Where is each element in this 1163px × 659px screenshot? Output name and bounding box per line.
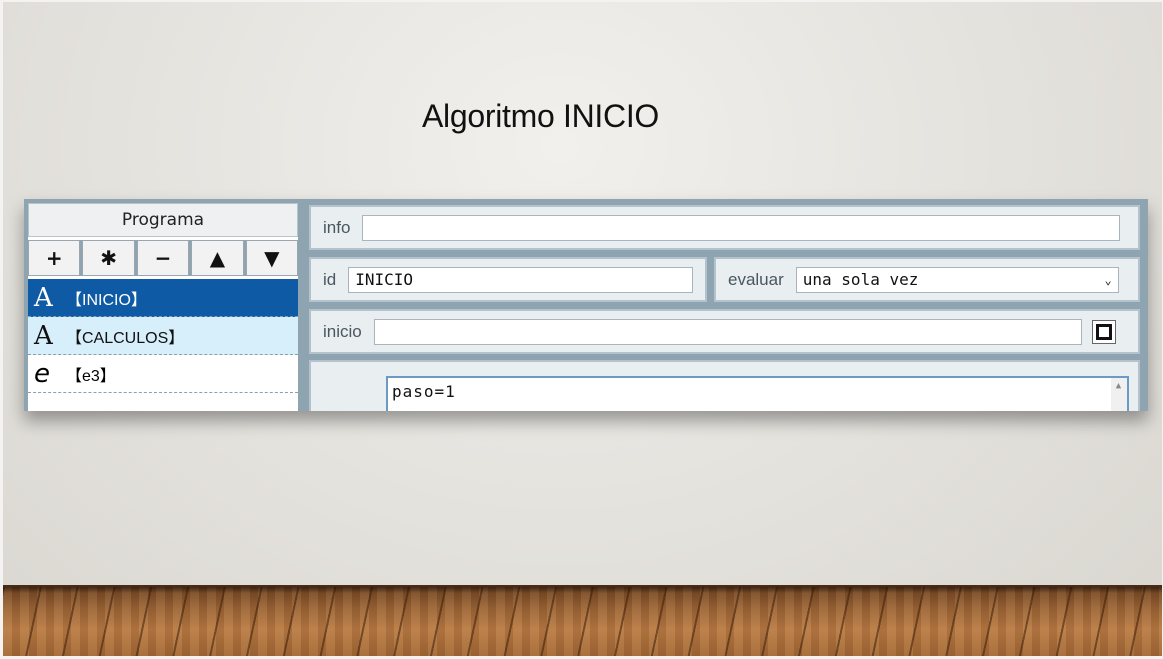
program-header: Programa <box>28 203 298 237</box>
scroll-up-icon[interactable]: ▲ <box>1111 378 1127 411</box>
expand-icon[interactable] <box>1091 319 1116 344</box>
program-toolbar: + ✱ − ▲ ▼ <box>28 240 299 276</box>
evaluar-value: una sola vez <box>802 270 919 289</box>
id-row: id INICIO <box>309 257 707 302</box>
program-item-label: 【INICIO】 <box>66 291 147 309</box>
info-row: info <box>309 205 1140 250</box>
code-editor[interactable]: paso=1 ▲ <box>386 376 1129 411</box>
app-panel: Programa + ✱ − ▲ ▼ A 【INICIO】 A 【CALCULO… <box>24 199 1148 411</box>
remove-button[interactable]: − <box>136 240 190 276</box>
program-item-label: 【e3】 <box>66 367 116 385</box>
move-up-button[interactable]: ▲ <box>191 240 244 276</box>
event-icon: e <box>34 358 50 389</box>
code-row: paso=1 ▲ <box>309 360 1140 411</box>
slide-title: Algoritmo INICIO <box>421 98 660 134</box>
inicio-input[interactable] <box>373 318 1082 345</box>
chevron-down-icon: ⌄ <box>1104 272 1112 287</box>
info-label: info <box>323 217 351 237</box>
program-pane: Programa + ✱ − ▲ ▼ A 【INICIO】 A 【CALCULO… <box>28 203 299 411</box>
inicio-row: inicio <box>309 309 1140 354</box>
code-text: paso=1 <box>392 382 456 401</box>
slide-background: Algoritmo INICIO Programa + ✱ − ▲ ▼ A 【I… <box>3 2 1162 656</box>
program-item-calculos[interactable]: A 【CALCULOS】 <box>28 317 298 355</box>
algorithm-icon: A <box>34 320 53 351</box>
evaluar-label: evaluar <box>728 269 784 289</box>
program-item-label: 【CALCULOS】 <box>66 329 185 347</box>
id-label: id <box>323 269 337 289</box>
editor-pane: info id INICIO evaluar una sola vez ⌄ in… <box>307 203 1143 411</box>
algorithm-icon: A <box>34 282 53 313</box>
program-list: A 【INICIO】 A 【CALCULOS】 e 【e3】 <box>28 279 298 393</box>
program-item-e3[interactable]: e 【e3】 <box>28 355 298 393</box>
wood-floor <box>3 585 1162 656</box>
evaluar-row: evaluar una sola vez ⌄ <box>714 257 1140 302</box>
program-item-inicio[interactable]: A 【INICIO】 <box>28 279 298 317</box>
evaluar-select[interactable]: una sola vez ⌄ <box>795 266 1119 293</box>
duplicate-button[interactable]: ✱ <box>82 240 135 276</box>
move-down-button[interactable]: ▼ <box>245 240 299 276</box>
id-input[interactable]: INICIO <box>348 266 694 293</box>
inicio-label: inicio <box>323 321 362 341</box>
add-button[interactable]: + <box>28 240 81 276</box>
info-input[interactable] <box>362 214 1121 241</box>
